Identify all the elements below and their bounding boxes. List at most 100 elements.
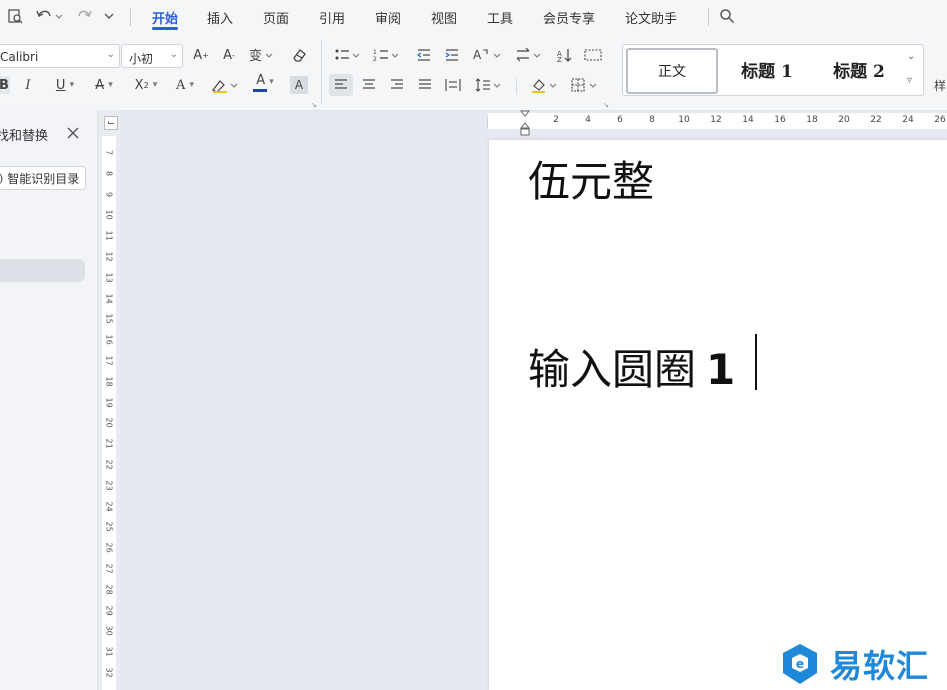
align-left-icon[interactable] [329,74,353,96]
chevron-down-icon: ⌄ [106,49,115,60]
font-dialog-launcher-icon[interactable]: ↘ [310,96,318,114]
bullet-list-icon[interactable] [333,46,363,64]
ruler-label: 2 [553,115,559,125]
ruler-label: 8 [104,170,114,176]
ruler-label: 9 [104,191,114,197]
shading-icon[interactable] [530,76,560,94]
line-spacing-icon[interactable] [474,76,504,94]
style-heading-1[interactable]: 标题 1 [723,48,811,90]
ruler-label: 23 [104,480,114,491]
styles-gallery: 正文 标题 1 标题 2 ⌄ ▿ [622,44,924,96]
tab-paper-assistant[interactable]: 论文助手 [625,8,677,27]
font-size-select[interactable]: 小初 ⌄ [121,44,183,68]
font-name-select[interactable]: Calibri ⌄ [0,44,120,68]
phonetic-guide-icon[interactable]: 变 [248,46,276,64]
style-normal[interactable]: 正文 [626,48,718,94]
tab-stop-selector-icon[interactable]: ⌙ [104,116,118,130]
smart-toc-button[interactable]: ) 智能识别目录 [0,166,86,190]
ruler-label: 25 [104,521,114,533]
close-icon[interactable] [66,125,80,139]
increase-indent-icon[interactable] [442,46,462,64]
ruler-label: 10 [678,115,690,125]
chevron-down-icon: ⌄ [169,49,178,60]
redo-icon[interactable] [74,6,96,26]
ruler-label: 26 [104,542,114,553]
menu-divider [708,8,709,26]
ruler-label: 31 [104,646,114,657]
ruler-label: 16 [774,115,786,125]
bold-icon[interactable]: B [0,76,10,94]
active-tab-indicator [152,27,178,30]
ribbon-separator [516,78,517,94]
indent-marker-icon[interactable] [519,110,531,138]
document-page[interactable] [489,140,947,690]
nav-selected-item[interactable] [0,259,85,282]
print-preview-icon[interactable] [4,6,26,26]
text-effect-icon[interactable]: A ▾ [170,76,200,94]
distributed-align-icon[interactable] [444,76,462,94]
watermark-logo-icon: e [783,644,817,684]
ruler-label: 18 [806,115,818,125]
ruler-label: 32 [104,667,114,678]
svg-text:e: e [796,657,804,671]
undo-icon[interactable] [34,6,64,26]
increase-font-icon[interactable]: A + [192,46,210,64]
tab-references[interactable]: 引用 [319,8,345,27]
tab-member[interactable]: 会员专享 [543,8,595,27]
ruler-label: 24 [104,501,114,512]
align-right-icon[interactable] [388,76,406,94]
font-size-value: 小初 [129,52,154,66]
tab-page[interactable]: 页面 [263,8,289,27]
tab-tools[interactable]: 工具 [487,8,513,27]
italic-icon[interactable]: I [20,76,36,94]
svg-text:Z: Z [557,56,562,63]
ruler-label: 11 [104,230,114,241]
vertical-ruler: ⌙ 7 8 9 10 11 12 13 14 15 16 17 18 19 20 21 22 23 24 25 26 2… [98,110,120,690]
ruler-label: 6 [617,115,623,125]
tab-insert[interactable]: 插入 [207,8,233,27]
tab-home[interactable]: 开始 [152,8,178,27]
ruler-label: 8 [649,115,655,125]
gallery-scroll-up-icon[interactable]: ⌄ [907,51,915,62]
justify-icon[interactable] [416,76,434,94]
decrease-indent-icon[interactable] [414,46,434,64]
doc-line-2-number: 1 [706,345,736,394]
strikethrough-icon[interactable]: A ▾ [88,76,120,94]
line-break-icon[interactable] [514,46,544,64]
ruler-label: 12 [104,251,114,262]
gallery-expand-icon[interactable]: ▿ [907,75,912,86]
svg-text:变: 变 [249,48,262,63]
ruler-label: 22 [870,115,882,125]
paragraph-dialog-launcher-icon[interactable]: ↘ [602,96,610,114]
ruler-label: 12 [710,115,722,125]
decrease-font-icon[interactable]: A- [220,46,238,64]
underline-icon[interactable]: U ▾ [50,76,80,94]
numbered-list-icon[interactable]: 12 [372,46,402,64]
align-center-icon[interactable] [360,76,378,94]
doc-line-2: 输入圆圈 1 [528,336,735,397]
style-heading-2[interactable]: 标题 2 [819,48,899,90]
tab-review[interactable]: 审阅 [375,8,401,27]
highlight-icon[interactable] [210,76,240,94]
show-marks-icon[interactable] [583,46,603,64]
superscript-icon[interactable]: X2 ▾ [130,76,162,94]
customize-chevron-icon[interactable] [100,6,118,26]
font-color-icon[interactable]: A ▾ [250,74,280,92]
pane-title: 找和替换 [0,129,49,144]
styles-panel-button[interactable]: 样 [934,77,946,94]
search-icon[interactable] [716,6,738,26]
svg-text:1: 1 [373,49,377,56]
clear-format-icon[interactable] [290,46,308,64]
ruler-label: 30 [104,625,114,637]
ruler-label: 16 [104,334,114,345]
ruler-label: 19 [104,397,114,408]
smart-toc-label: 智能识别目录 [7,171,80,186]
ruler-label: 7 [104,149,114,156]
ruler-label: 20 [104,417,114,429]
sort-icon[interactable]: AZ [555,46,575,64]
ruler-label: 14 [104,293,114,304]
tab-view[interactable]: 视图 [431,8,457,27]
borders-icon[interactable] [570,76,600,94]
text-direction-icon[interactable]: A [472,46,504,64]
char-shading-icon[interactable]: A [290,76,308,94]
